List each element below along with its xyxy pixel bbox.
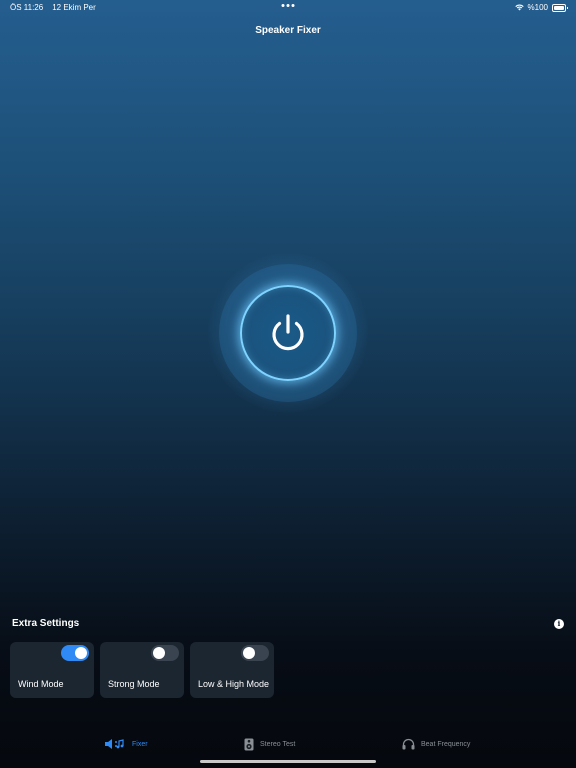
multitasking-dots-icon[interactable] (281, 4, 295, 7)
power-button-container (208, 253, 368, 413)
tab-label: Stereo Test (260, 741, 296, 748)
battery-icon (552, 3, 568, 12)
speaker-icon (105, 739, 124, 749)
wifi-icon (514, 4, 524, 11)
mode-label: Strong Mode (108, 679, 160, 689)
status-right: %100 (514, 3, 568, 12)
toggle-knob (153, 647, 165, 659)
mode-card-low-high: Low & High Mode (190, 642, 274, 698)
status-left: ÖS 11:26 12 Ekim Per (10, 3, 96, 12)
mode-card-wind: Wind Mode (10, 642, 94, 698)
mode-cards: Wind Mode Strong Mode Low & High Mode (10, 642, 274, 698)
info-icon[interactable]: i (554, 619, 564, 629)
status-bar: ÖS 11:26 12 Ekim Per %100 (0, 0, 576, 16)
power-button[interactable] (240, 285, 336, 381)
mode-label: Wind Mode (18, 679, 64, 689)
headphones-icon (402, 738, 415, 750)
mode-label: Low & High Mode (198, 679, 270, 689)
tab-label: Fixer (132, 740, 148, 748)
status-time: ÖS 11:26 (10, 3, 44, 12)
tab-beat-frequency[interactable]: Beat Frequency (402, 738, 470, 750)
wind-mode-toggle[interactable] (61, 645, 89, 661)
tab-stereo-test[interactable]: Stereo Test (244, 738, 295, 751)
tab-label: Beat Frequency (421, 740, 471, 748)
tab-fixer[interactable]: Fixer (104, 738, 148, 750)
toggle-knob (75, 647, 87, 659)
status-date: 12 Ekim Per (52, 3, 96, 12)
toggle-knob (243, 647, 255, 659)
extra-settings-title: Extra Settings (12, 618, 80, 629)
tab-bar: Fixer Stereo Test Beat Frequency (0, 736, 576, 756)
mode-card-strong: Strong Mode (100, 642, 184, 698)
page-title: Speaker Fixer (255, 25, 321, 36)
strong-mode-toggle[interactable] (151, 645, 179, 661)
power-icon (272, 314, 304, 351)
home-indicator (200, 760, 376, 763)
speaker-box-icon (244, 738, 254, 751)
low-high-mode-toggle[interactable] (241, 645, 269, 661)
battery-percentage: %100 (527, 3, 548, 12)
